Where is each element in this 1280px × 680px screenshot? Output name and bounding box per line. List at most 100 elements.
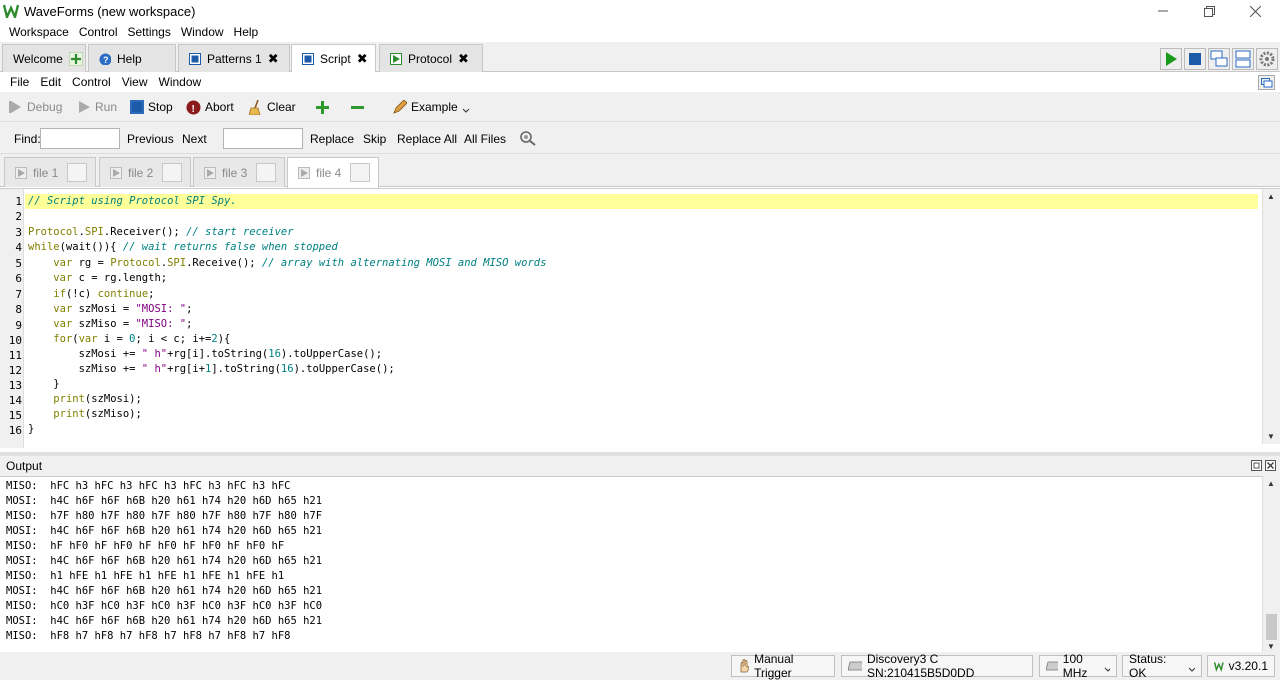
script-menu-view[interactable]: View [118, 72, 152, 92]
device-icon [1046, 661, 1058, 671]
file-tab-3[interactable]: file 3 [193, 157, 285, 187]
clear-button[interactable]: Clear [249, 98, 296, 116]
find-settings-icon[interactable] [519, 130, 537, 146]
cascade-windows-icon[interactable] [1208, 48, 1230, 70]
tab-patterns[interactable]: Patterns 1 ✖ [178, 44, 290, 72]
protocol-icon [390, 52, 402, 65]
status-selector[interactable]: Status: OK [1122, 652, 1202, 680]
tab-welcome[interactable]: Welcome [2, 44, 86, 72]
abort-button[interactable]: ! Abort [186, 98, 234, 116]
run-button[interactable]: Run [77, 98, 117, 116]
file-settings-icon[interactable] [162, 163, 182, 182]
settings-icon[interactable] [1256, 48, 1278, 70]
find-input[interactable] [40, 128, 120, 149]
tab-protocol[interactable]: Protocol ✖ [379, 44, 483, 72]
menu-workspace[interactable]: Workspace [0, 22, 74, 42]
file-settings-icon[interactable] [350, 163, 370, 182]
output-title: Output [6, 459, 43, 473]
manual-trigger-button[interactable]: Manual Trigger [731, 652, 835, 680]
version-badge[interactable]: v3.20.1 [1207, 655, 1275, 677]
replace-input[interactable] [223, 128, 303, 149]
close-tab-icon[interactable]: ✖ [458, 51, 469, 67]
script-file-tabs: file 1 file 2 file 3 file 4 [0, 154, 1280, 188]
find-previous-button[interactable]: Previous [127, 132, 174, 146]
close-button[interactable] [1232, 0, 1278, 22]
replace-all-button[interactable]: Replace All [397, 132, 457, 146]
debug-button[interactable]: Debug [9, 98, 62, 116]
help-icon: ? [99, 53, 111, 65]
patterns-icon [189, 52, 201, 65]
run-file-icon [110, 166, 122, 179]
code-line: var szMosi = "MOSI: "; [53, 303, 193, 315]
line-number-gutter: 1 2 3 4 5 6 7 8 9 10 11 12 13 14 15 16 [0, 189, 24, 448]
code-line: szMiso += " h"+rg[i+1].toString(16).toUp… [28, 363, 395, 375]
code-line: if(!c) continue; [53, 288, 155, 300]
output-line: MOSI: h4C h6F h6F h6B h20 h61 h74 h20 h6… [6, 495, 323, 507]
scroll-down-icon[interactable]: ▼ [1267, 642, 1275, 651]
close-tab-icon[interactable]: ✖ [268, 51, 279, 67]
skip-button[interactable]: Skip [363, 132, 386, 146]
file-tab-4[interactable]: file 4 [287, 157, 379, 188]
script-menu-control[interactable]: Control [68, 72, 115, 92]
waveforms-logo-icon [1214, 662, 1224, 672]
run-all-icon[interactable] [1160, 48, 1182, 70]
stop-button[interactable]: Stop [130, 98, 173, 116]
stop-all-icon[interactable] [1184, 48, 1206, 70]
menu-control[interactable]: Control [75, 22, 123, 42]
script-menu-file[interactable]: File [0, 72, 33, 92]
device-icon [848, 661, 862, 671]
scroll-up-icon[interactable]: ▲ [1267, 192, 1275, 201]
file-settings-icon[interactable] [256, 163, 276, 182]
script-menu-edit[interactable]: Edit [36, 72, 65, 92]
code-editor[interactable]: 1 2 3 4 5 6 7 8 9 10 11 12 13 14 15 16 /… [0, 188, 1280, 448]
editor-scrollbar[interactable]: ▲ ▼ [1262, 189, 1280, 444]
minimize-button[interactable] [1140, 0, 1186, 22]
restore-icon [1203, 5, 1215, 17]
find-next-button[interactable]: Next [182, 132, 207, 146]
restore-button[interactable] [1186, 0, 1232, 22]
tile-windows-icon[interactable] [1232, 48, 1254, 70]
scroll-thumb[interactable] [1266, 614, 1277, 640]
find-replace-bar: Find: Previous Next Replace Skip Replace… [0, 122, 1280, 154]
add-file-icon[interactable] [315, 100, 330, 115]
file-tab-2[interactable]: file 2 [99, 157, 191, 187]
all-files-button[interactable]: All Files [464, 132, 506, 146]
output-scrollbar[interactable]: ▲ ▼ [1262, 476, 1280, 654]
script-toolbar: Debug Run Stop ! Abort Clear Example [0, 92, 1280, 122]
tab-script[interactable]: Script ✖ [291, 44, 376, 73]
device-selector[interactable]: Discovery3 C SN:210415B5D0DD [841, 652, 1033, 680]
remove-file-icon[interactable] [350, 100, 365, 115]
float-panel-icon[interactable] [1251, 460, 1262, 471]
tab-help[interactable]: ? Help [88, 44, 176, 72]
script-menu-window[interactable]: Window [155, 72, 206, 92]
output-line: MOSI: h4C h6F h6F h6B h20 h61 h74 h20 h6… [6, 615, 323, 627]
output-line: MISO: hFC h3 hFC h3 hFC h3 hFC h3 hFC h3… [6, 480, 291, 492]
output-line: MOSI: h4C h6F h6F h6B h20 h61 h74 h20 h6… [6, 525, 323, 537]
code-line: var rg = Protocol.SPI.Receive(); // arra… [53, 257, 547, 269]
debug-icon [9, 101, 21, 113]
tab-label: Script [320, 52, 351, 66]
close-tab-icon[interactable]: ✖ [357, 51, 368, 67]
output-log[interactable]: MISO: hFC h3 hFC h3 hFC h3 hFC h3 hFC h3… [0, 476, 1262, 654]
svg-text:?: ? [103, 55, 109, 65]
status-bar: Manual Trigger Discovery3 C SN:210415B5D… [0, 652, 1280, 680]
instrument-tabs: Welcome ? Help Patterns 1 ✖ Script ✖ Pro… [0, 42, 1280, 73]
clock-selector[interactable]: 100 MHz [1039, 652, 1117, 680]
close-panel-icon[interactable] [1265, 460, 1276, 471]
undock-icon[interactable] [1258, 75, 1275, 90]
scroll-down-icon[interactable]: ▼ [1267, 432, 1275, 441]
app-menu-bar: Workspace Control Settings Window Help [0, 22, 1280, 42]
replace-button[interactable]: Replace [310, 132, 354, 146]
tab-label: Patterns 1 [207, 51, 262, 66]
menu-window[interactable]: Window [177, 22, 229, 42]
menu-help[interactable]: Help [230, 22, 264, 42]
file-settings-icon[interactable] [67, 163, 87, 182]
code-line: } [28, 423, 35, 435]
pencil-icon [393, 100, 407, 114]
script-panel: File Edit Control View Window Debug Run … [0, 72, 1280, 452]
menu-settings[interactable]: Settings [124, 22, 176, 42]
add-tab-icon[interactable] [68, 51, 83, 66]
example-dropdown[interactable]: Example [393, 98, 470, 116]
file-tab-1[interactable]: file 1 [4, 157, 96, 187]
scroll-up-icon[interactable]: ▲ [1267, 479, 1275, 488]
